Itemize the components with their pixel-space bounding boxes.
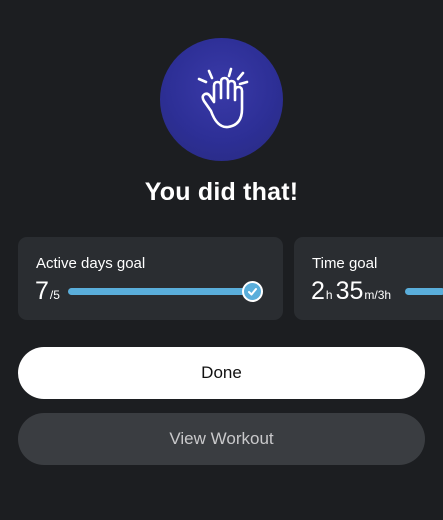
active-days-progress-bar <box>68 288 253 295</box>
high-five-hand-icon <box>197 67 248 128</box>
active-days-target: /5 <box>49 288 60 302</box>
time-goal-card[interactable]: Time goal 2h 35m/3h <box>294 237 443 320</box>
done-button[interactable]: Done <box>18 347 425 399</box>
view-workout-button[interactable]: View Workout <box>18 413 425 465</box>
active-days-goal-label: Active days goal <box>36 255 146 272</box>
active-days-count: 7 <box>35 277 49 305</box>
time-goal-progress-bar <box>405 288 443 295</box>
time-goal-minutes-unit: m/3h <box>364 288 392 302</box>
time-goal-value: 2h 35m/3h <box>311 277 394 306</box>
goal-cards-carousel[interactable]: Active days goal 7/5 Time goal 2h 35m/3h <box>0 237 443 321</box>
active-days-goal-value: 7/5 <box>35 277 63 306</box>
time-goal-minutes: 35 <box>335 277 364 305</box>
time-goal-label: Time goal <box>312 255 378 272</box>
active-days-progress-fill <box>68 288 253 295</box>
time-goal-hours: 2 <box>311 277 325 305</box>
celebration-title: You did that! <box>144 178 299 206</box>
goal-complete-check-icon <box>242 281 263 302</box>
celebration-badge <box>160 38 283 161</box>
time-goal-hours-unit: h <box>325 288 333 302</box>
active-days-goal-card[interactable]: Active days goal 7/5 <box>18 237 283 320</box>
